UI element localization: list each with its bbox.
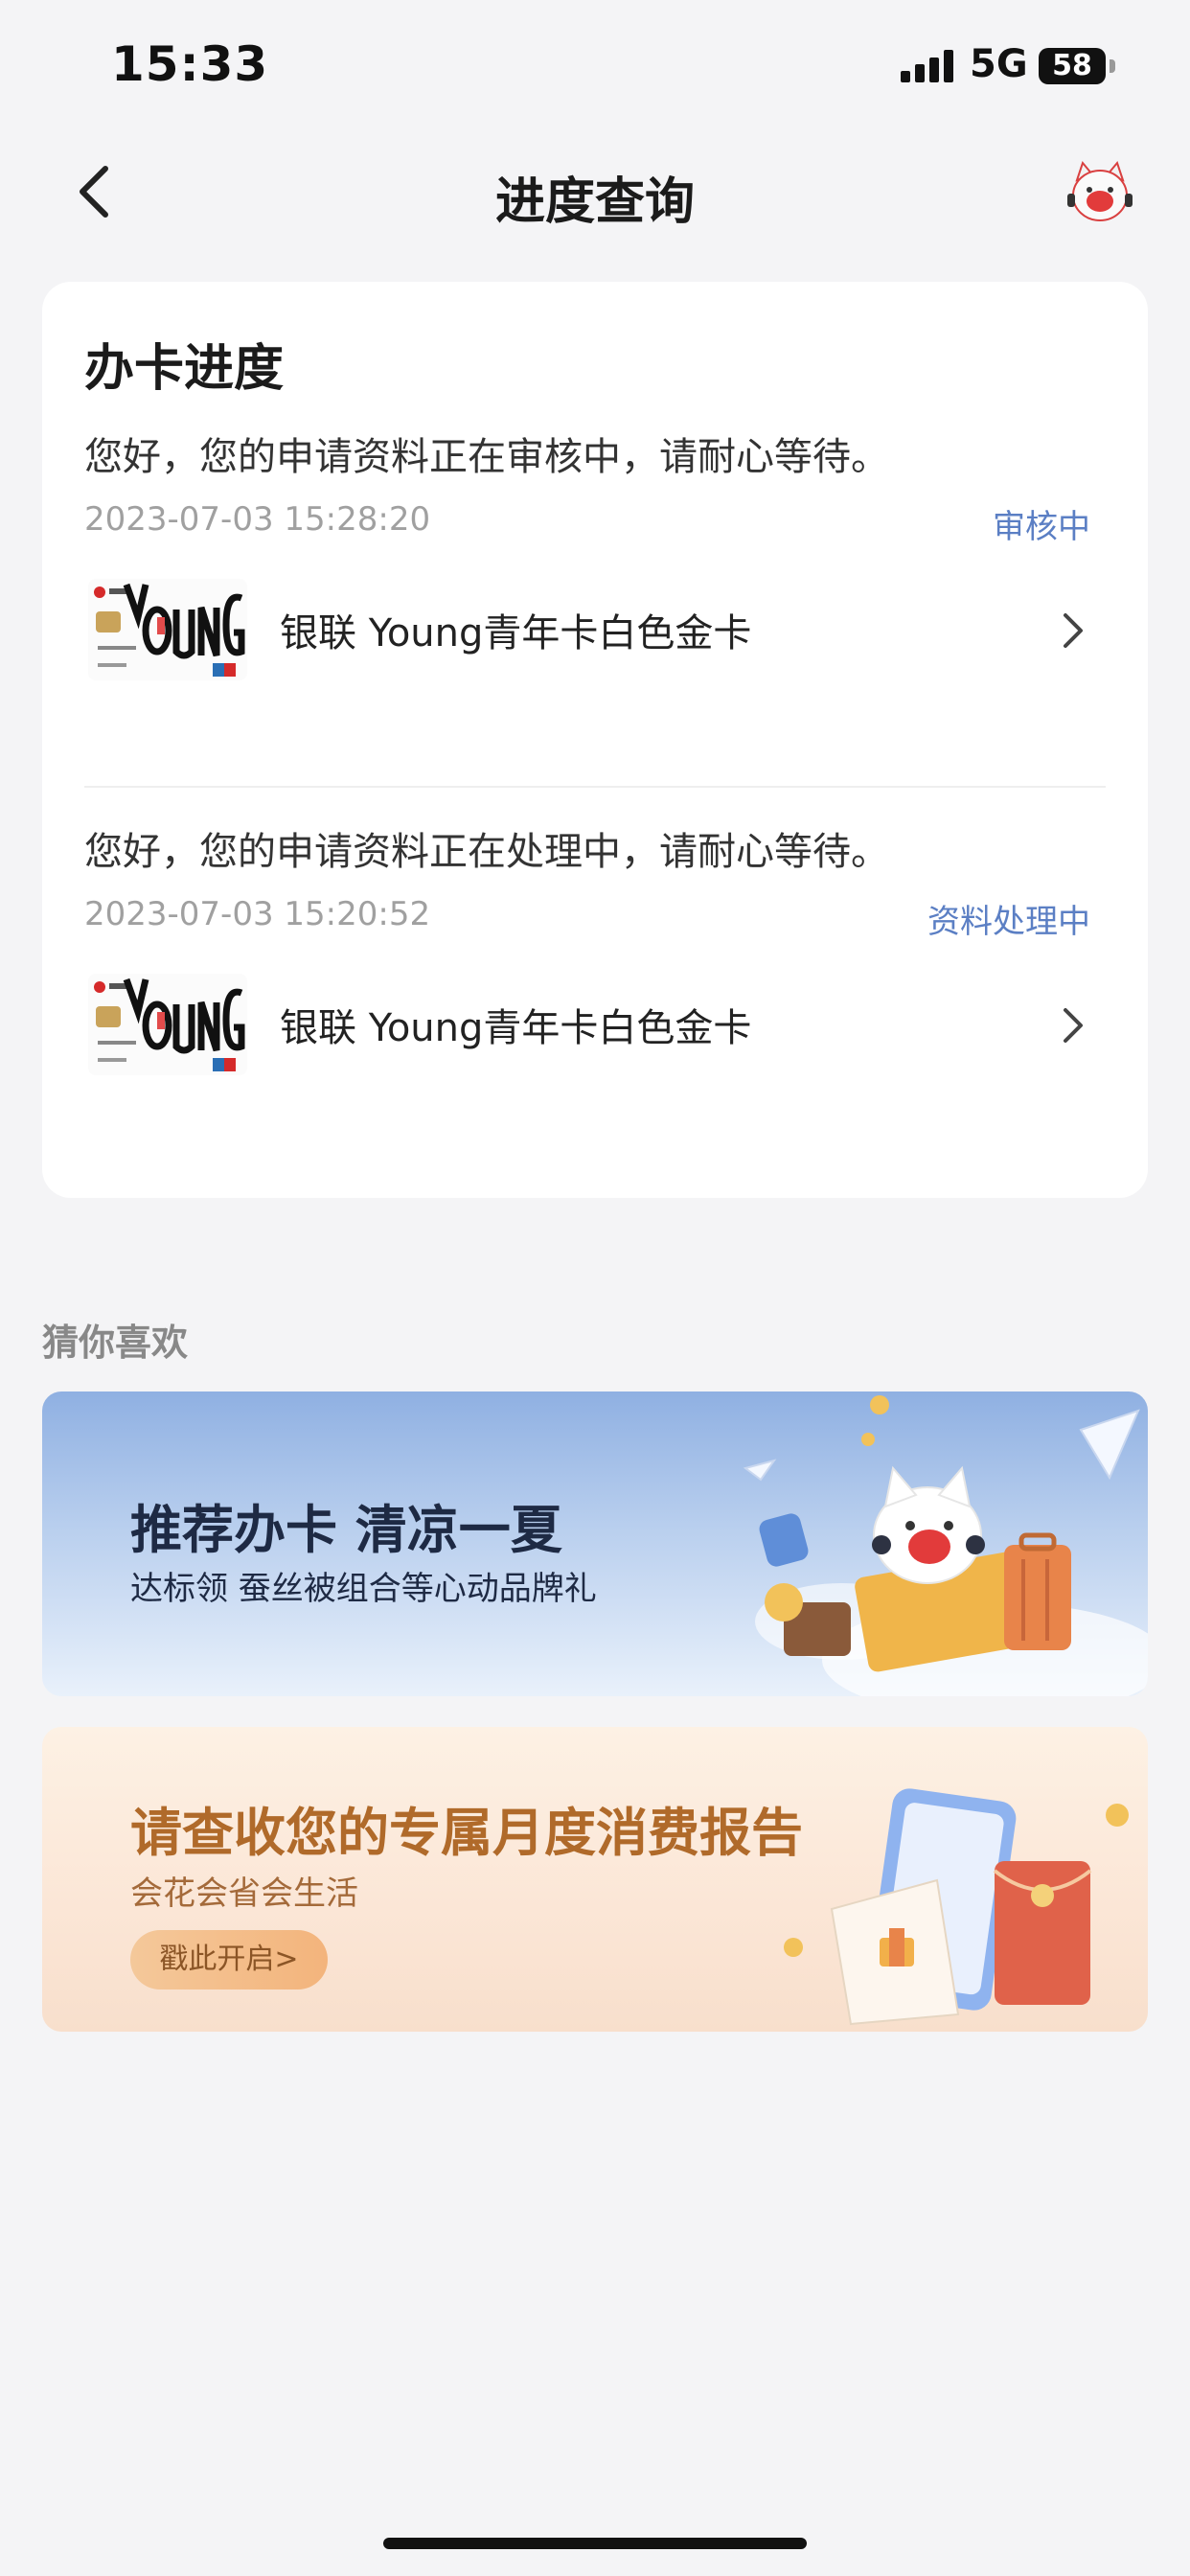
- product-name: 银联 Young青年卡白色金卡: [280, 611, 752, 656]
- record-time: 2023-07-03 15:28:20: [84, 500, 431, 539]
- young-card-image: [88, 974, 247, 1075]
- promo-banner-card-apply[interactable]: 推荐办卡 清凉一夏 达标领 蚕丝被组合等心动品牌礼: [42, 1392, 1148, 1696]
- section-title: 猜你喜欢: [42, 1322, 189, 1364]
- mascot-avatar-icon[interactable]: [1065, 159, 1134, 228]
- mascot-illustration: [707, 1392, 1148, 1696]
- home-indicator: [383, 2538, 807, 2549]
- status-time: 15:33: [111, 36, 269, 92]
- battery-tip: [1110, 59, 1115, 73]
- progress-card: 办卡进度 您好，您的申请资料正在审核中，请耐心等待。 2023-07-03 15…: [42, 282, 1148, 1198]
- banner-subtitle: 达标领 蚕丝被组合等心动品牌礼: [130, 1570, 597, 1608]
- nav-bar: 进度查询: [0, 134, 1190, 249]
- banner-title: 请查收您的专属月度消费报告: [130, 1802, 803, 1863]
- banner-subtitle: 会花会省会生活: [130, 1874, 358, 1913]
- promo-banner-monthly-report[interactable]: 请查收您的专属月度消费报告 会花会省会生活 戳此开启>: [42, 1727, 1148, 2032]
- page-title: 进度查询: [494, 173, 695, 231]
- card-title: 办卡进度: [84, 340, 285, 398]
- record-time: 2023-07-03 15:20:52: [84, 895, 431, 933]
- open-report-button[interactable]: 戳此开启>: [130, 1930, 328, 1990]
- record-status: 审核中: [993, 508, 1090, 546]
- signal-icon: [901, 50, 958, 82]
- record-message: 您好，您的申请资料正在处理中，请耐心等待。: [84, 830, 889, 874]
- product-row[interactable]: 银联 Young青年卡白色金卡: [42, 567, 1148, 692]
- product-name: 银联 Young青年卡白色金卡: [280, 1006, 752, 1050]
- record-message: 您好，您的申请资料正在审核中，请耐心等待。: [84, 435, 889, 479]
- report-illustration: [707, 1727, 1148, 2032]
- banner-title: 推荐办卡 清凉一夏: [130, 1499, 562, 1560]
- battery-icon: 58: [1039, 48, 1106, 84]
- product-row[interactable]: 银联 Young青年卡白色金卡: [42, 962, 1148, 1087]
- record-status: 资料处理中: [927, 903, 1090, 941]
- network-label: 5G: [970, 42, 1028, 86]
- chevron-right-icon: [1054, 610, 1092, 652]
- divider: [84, 786, 1106, 788]
- chevron-right-icon: [1054, 1004, 1092, 1046]
- young-card-image: [88, 579, 247, 680]
- status-bar: 15:33 5G 58: [0, 0, 1190, 134]
